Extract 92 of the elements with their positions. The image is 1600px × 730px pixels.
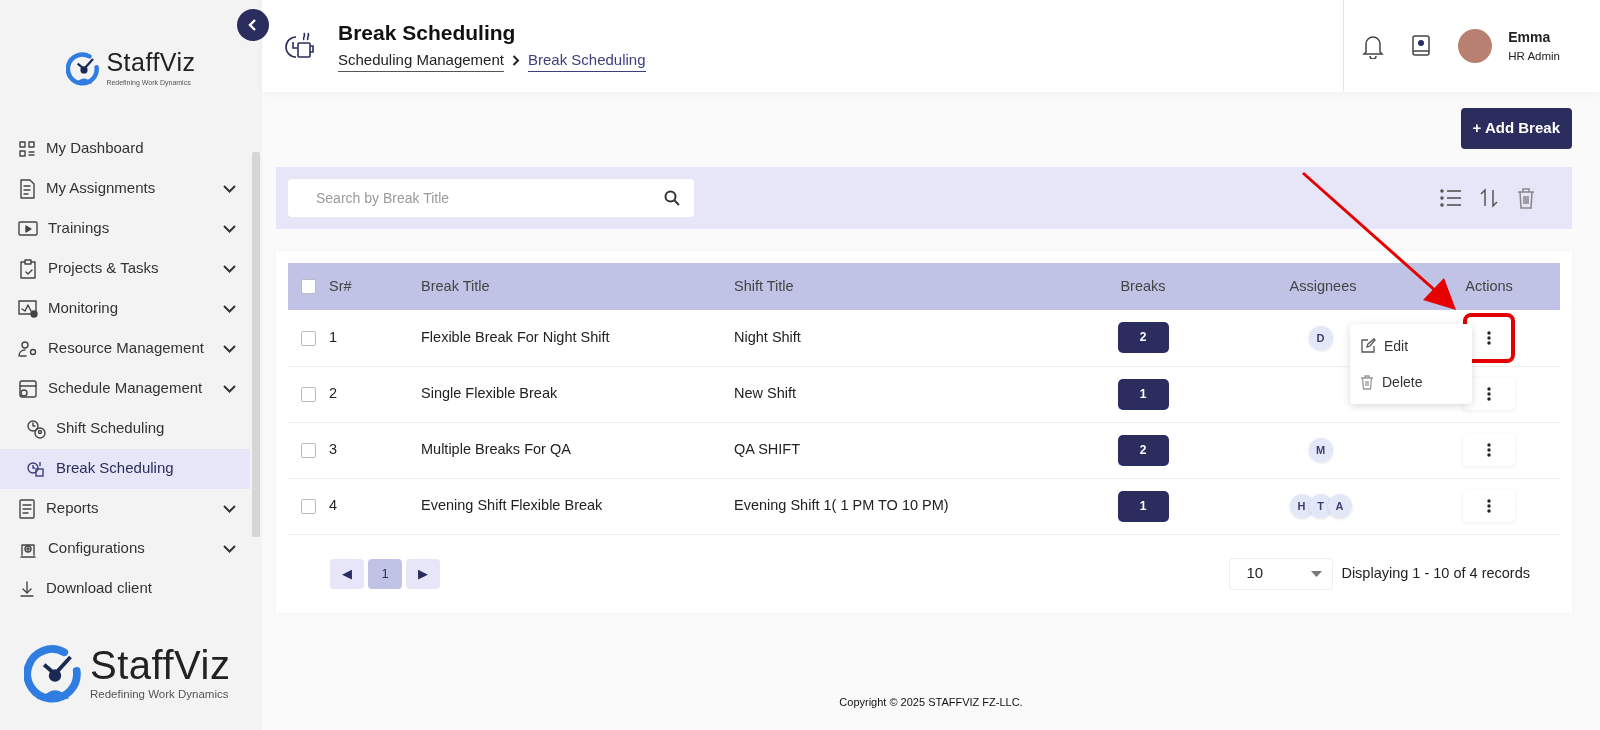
chevron-right-icon xyxy=(511,55,520,67)
search-icon[interactable] xyxy=(664,190,680,206)
document-icon xyxy=(18,178,36,199)
clock-user-icon xyxy=(26,418,46,439)
menu-item[interactable]: Edit xyxy=(1350,328,1472,364)
trash-icon xyxy=(1360,374,1374,390)
table-cell: 1 xyxy=(329,328,338,345)
sidebar-subitem[interactable]: Shift Scheduling xyxy=(0,408,250,449)
breaks-count: 1 xyxy=(1117,490,1169,522)
assignee-avatar: D xyxy=(1308,325,1333,350)
menu-item[interactable]: Delete xyxy=(1350,364,1472,400)
more-actions-button[interactable] xyxy=(1463,490,1515,522)
copyright-text: Copyright © 2025 STAFFVIZ FZ-LLC. xyxy=(838,694,1024,710)
sidebar-subitem[interactable]: Break Scheduling xyxy=(0,448,250,489)
assignee-avatar: A xyxy=(1327,494,1352,518)
logo-wordmark: StaffViz xyxy=(106,48,196,76)
table-cell: Evening Shift Flexible Break xyxy=(421,497,603,514)
table-cell: Night Shift xyxy=(734,328,801,345)
download-icon xyxy=(18,579,36,598)
user-role: HR Admin xyxy=(1508,48,1560,64)
table-cell: QA SHIFT xyxy=(734,441,801,458)
trash-icon[interactable] xyxy=(1516,187,1536,209)
sidebar-item[interactable]: Resource Management xyxy=(0,328,250,369)
page-size-select[interactable]: 10 xyxy=(1229,557,1334,590)
list-icon[interactable] xyxy=(1440,189,1462,207)
kebab-menu-icon xyxy=(1487,443,1491,458)
chevron-left-icon xyxy=(248,19,258,31)
column-header: Breaks xyxy=(1120,277,1166,294)
breadcrumb-link[interactable]: Scheduling Management xyxy=(338,48,504,73)
add-break-button[interactable]: + Add Break xyxy=(1460,108,1572,149)
breaks-count: 1 xyxy=(1117,378,1169,410)
calendar-icon xyxy=(18,378,38,399)
user-avatar[interactable] xyxy=(1458,29,1493,63)
kebab-menu-icon xyxy=(1487,331,1491,346)
clock-calendar-icon xyxy=(26,459,46,478)
page-button[interactable]: 1 xyxy=(368,558,402,589)
table-cell: New Shift xyxy=(734,385,797,402)
table-cell: Evening Shift 1( 1 PM TO 10 PM) xyxy=(734,497,949,514)
scrollbar[interactable] xyxy=(252,152,260,537)
table-cell: Multiple Breaks For QA xyxy=(421,441,571,458)
kebab-menu-icon xyxy=(1487,387,1491,402)
sidebar-item[interactable]: Reports xyxy=(0,488,250,529)
caret-down-icon xyxy=(1311,570,1323,577)
select-all-checkbox[interactable] xyxy=(300,279,316,295)
user-gear-icon xyxy=(18,339,38,358)
book-gear-icon[interactable] xyxy=(1410,34,1433,58)
collapse-button[interactable] xyxy=(237,9,269,41)
logo-tagline: Redefining Work Dynamics xyxy=(90,686,230,702)
page-title: Break Scheduling xyxy=(338,19,517,45)
column-header: Break Title xyxy=(421,277,490,294)
row-checkbox[interactable] xyxy=(300,386,316,402)
sidebar-item[interactable]: Monitoring xyxy=(0,288,250,329)
table-cell: Single Flexible Break xyxy=(421,385,558,402)
edit-icon xyxy=(1360,338,1376,354)
column-header: Assignees xyxy=(1289,277,1357,294)
sidebar-item[interactable]: Schedule Management xyxy=(0,368,250,409)
assignee-avatar: H xyxy=(1289,494,1314,518)
bell-icon[interactable] xyxy=(1362,33,1385,59)
user-name: Emma xyxy=(1508,27,1552,47)
row-checkbox[interactable] xyxy=(300,498,316,514)
sidebar-item[interactable]: My Dashboard xyxy=(0,128,250,169)
report-icon xyxy=(18,498,36,519)
play-screen-icon xyxy=(18,219,38,238)
clipboard-check-icon xyxy=(18,258,38,279)
monitor-chart-icon xyxy=(18,299,38,318)
table-cell: 4 xyxy=(329,497,338,514)
row-checkbox[interactable] xyxy=(300,442,316,458)
breaks-count: 2 xyxy=(1117,322,1169,354)
sort-icon[interactable] xyxy=(1480,188,1498,208)
more-actions-button[interactable] xyxy=(1463,434,1515,466)
records-summary: Displaying 1 - 10 of 4 records xyxy=(1341,563,1530,583)
search-field[interactable]: Search by Break Title xyxy=(288,179,694,217)
table-cell: 3 xyxy=(329,441,338,458)
sidebar-item[interactable]: Trainings xyxy=(0,208,250,249)
column-header: Shift Title xyxy=(734,277,794,294)
row-checkbox[interactable] xyxy=(300,330,316,346)
table-cell: Flexible Break For Night Shift xyxy=(421,328,610,345)
next-page-button[interactable]: ▶ xyxy=(406,558,440,589)
table-cell: 2 xyxy=(329,385,338,402)
logo-wordmark: StaffViz xyxy=(90,642,231,687)
previous-page-button[interactable]: ◀ xyxy=(330,558,364,589)
assignee-avatar: M xyxy=(1308,438,1333,462)
dashboard-icon xyxy=(18,139,36,158)
column-header: Sr# xyxy=(329,277,352,294)
breadcrumb-link[interactable]: Break Scheduling xyxy=(527,48,646,73)
sidebar-item[interactable]: Projects & Tasks xyxy=(0,248,250,289)
breaks-count: 2 xyxy=(1117,434,1169,466)
column-header: Actions xyxy=(1465,277,1513,294)
sidebar-item[interactable]: My Assignments xyxy=(0,168,250,209)
sidebar-item[interactable]: Configurations xyxy=(0,528,250,569)
sidebar-item[interactable]: Download client xyxy=(0,568,250,609)
kebab-menu-icon xyxy=(1487,499,1491,514)
